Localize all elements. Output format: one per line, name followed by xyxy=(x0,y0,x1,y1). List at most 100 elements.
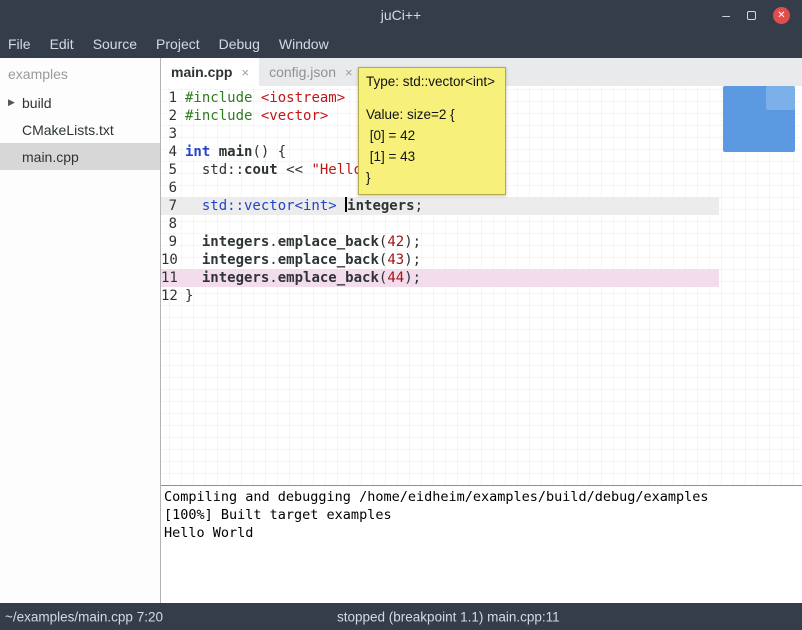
status-file-position: ~/examples/main.cpp 7:20 xyxy=(5,609,163,624)
tooltip-value-line: [1] = 43 xyxy=(366,146,498,167)
code-token: 42 xyxy=(387,234,404,250)
code-line-10[interactable]: 10 integers.emplace_back(43); xyxy=(161,251,719,269)
menu-item-window[interactable]: Window xyxy=(279,36,339,52)
code-token: emplace_back xyxy=(278,234,379,250)
menu-item-debug[interactable]: Debug xyxy=(219,36,270,52)
code-token: 44 xyxy=(387,270,404,286)
output-line: Compiling and debugging /home/eidheim/ex… xyxy=(164,488,802,506)
tab-config-json[interactable]: config.json× xyxy=(259,58,363,86)
code-token: integers xyxy=(202,234,269,250)
code-line-7[interactable]: 7 std::vector<int> integers; xyxy=(161,197,719,215)
menu-item-source[interactable]: Source xyxy=(93,36,147,52)
code-text: #include <vector> xyxy=(185,107,328,125)
code-token: . xyxy=(269,234,277,250)
code-token: ); xyxy=(404,234,421,250)
code-token: std:: xyxy=(185,162,244,178)
code-text: } xyxy=(185,287,193,305)
tree-item-label: build xyxy=(22,95,52,111)
tree-item-main-cpp[interactable]: main.cpp xyxy=(0,143,160,170)
code-token xyxy=(252,108,260,124)
code-token: ); xyxy=(404,270,421,286)
code-token xyxy=(252,90,260,106)
scroll-overview[interactable] xyxy=(723,86,795,152)
code-token: 43 xyxy=(387,252,404,268)
line-number: 1 xyxy=(161,89,185,107)
code-token: emplace_back xyxy=(278,252,379,268)
code-token: ); xyxy=(404,252,421,268)
menu-item-file[interactable]: File xyxy=(8,36,41,52)
code-token xyxy=(337,198,345,214)
code-token xyxy=(185,198,202,214)
code-token: . xyxy=(269,252,277,268)
code-token: ; xyxy=(415,198,423,214)
app-window: juCi++ – ✕ File Edit Source Project Debug Win… xyxy=(0,0,802,630)
code-token: << xyxy=(278,162,312,178)
code-token: std::vector<int> xyxy=(202,198,337,214)
code-token: . xyxy=(269,270,277,286)
tooltip-value-line: } xyxy=(366,167,498,188)
code-text: int main() { xyxy=(185,143,286,161)
status-debug-state: stopped (breakpoint 1.1) main.cpp:11 xyxy=(337,609,560,624)
line-number: 3 xyxy=(161,125,185,143)
close-icon[interactable]: × xyxy=(241,65,249,80)
code-line-8[interactable]: 8 xyxy=(161,215,719,233)
tab-main-cpp[interactable]: main.cpp × xyxy=(161,58,259,86)
code-token: } xyxy=(185,288,193,304)
code-line-11[interactable]: 11 integers.emplace_back(44); xyxy=(161,269,719,287)
output-line: Hello World xyxy=(164,524,802,542)
menubar: File Edit Source Project Debug Window xyxy=(0,30,802,58)
code-token: main xyxy=(219,144,253,160)
code-token xyxy=(210,144,218,160)
status-bar: ~/examples/main.cpp 7:20 stopped (breakp… xyxy=(0,603,802,630)
scroll-overview-highlight xyxy=(766,86,795,110)
tab-label: main.cpp xyxy=(171,64,232,80)
code-token: () { xyxy=(252,144,286,160)
line-number: 6 xyxy=(161,179,185,197)
tree-item-label: CMakeLists.txt xyxy=(22,122,114,138)
menu-item-project[interactable]: Project xyxy=(156,36,210,52)
code-token: #include xyxy=(185,90,252,106)
output-line: [100%] Built target examples xyxy=(164,506,802,524)
line-number: 11 xyxy=(161,269,185,287)
line-number: 12 xyxy=(161,287,185,305)
line-number: 2 xyxy=(161,107,185,125)
window-controls: – ✕ xyxy=(722,0,790,30)
line-number: 5 xyxy=(161,161,185,179)
titlebar[interactable]: juCi++ – ✕ xyxy=(0,0,802,30)
line-number: 4 xyxy=(161,143,185,161)
code-line-12[interactable]: 12} xyxy=(161,287,719,305)
code-token: integers xyxy=(202,252,269,268)
close-icon[interactable]: × xyxy=(345,65,353,80)
tooltip-value-line: Value: size=2 { xyxy=(366,104,498,125)
minimize-icon[interactable]: – xyxy=(722,8,730,22)
chevron-right-icon: ▶ xyxy=(8,97,22,108)
code-token xyxy=(185,270,202,286)
code-token: int xyxy=(185,144,210,160)
line-number: 8 xyxy=(161,215,185,233)
menu-item-edit[interactable]: Edit xyxy=(50,36,84,52)
tree-item-build[interactable]: ▶build xyxy=(0,89,160,116)
code-token: cout xyxy=(244,162,278,178)
window-title: juCi++ xyxy=(381,7,421,23)
tree-item-cmakelists-txt[interactable]: CMakeLists.txt xyxy=(0,116,160,143)
tooltip-value-line: [0] = 42 xyxy=(366,125,498,146)
code-token: #include xyxy=(185,108,252,124)
tree-item-label: main.cpp xyxy=(22,149,79,165)
code-token: <vector> xyxy=(261,108,328,124)
code-text: #include <iostream> xyxy=(185,89,345,107)
tooltip-value: Value: size=2 { [0] = 42 [1] = 43} xyxy=(366,104,498,188)
file-tree: ▶build CMakeLists.txt main.cpp xyxy=(0,89,160,170)
code-token: integers xyxy=(347,198,414,214)
close-icon[interactable]: ✕ xyxy=(773,7,790,24)
code-text: integers.emplace_back(44); xyxy=(185,269,421,287)
restore-icon[interactable] xyxy=(747,11,756,20)
code-token: <iostream> xyxy=(261,90,345,106)
code-line-9[interactable]: 9 integers.emplace_back(42); xyxy=(161,233,719,251)
project-name: examples xyxy=(0,58,160,89)
code-token: integers xyxy=(202,270,269,286)
sidebar: examples ▶build CMakeLists.txt main.cpp xyxy=(0,58,161,603)
code-token: emplace_back xyxy=(278,270,379,286)
code-text: integers.emplace_back(42); xyxy=(185,233,421,251)
output-lines: Compiling and debugging /home/eidheim/ex… xyxy=(164,488,802,542)
output-panel[interactable]: Compiling and debugging /home/eidheim/ex… xyxy=(161,485,802,603)
